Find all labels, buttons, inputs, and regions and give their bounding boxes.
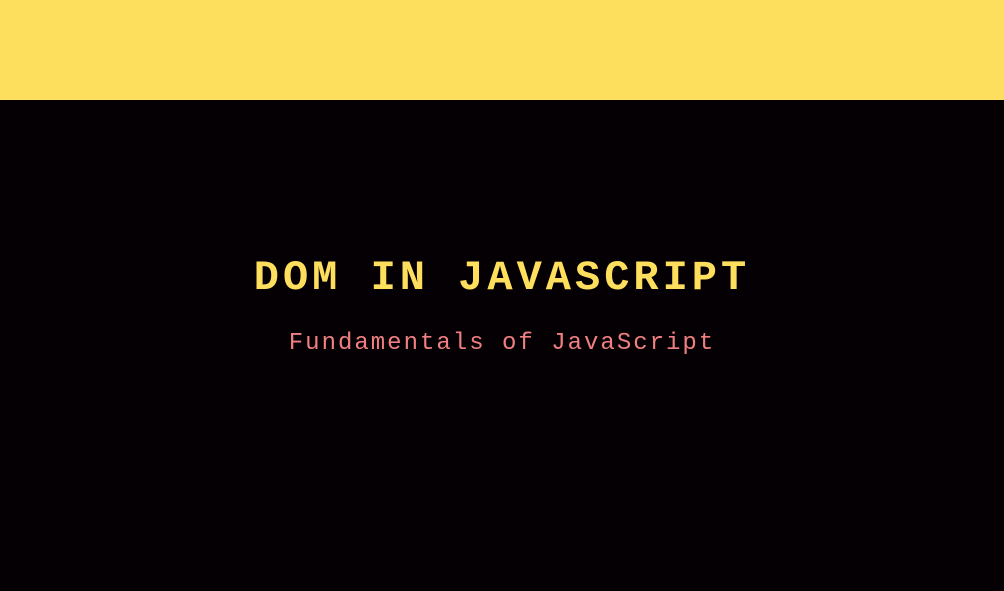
- slide-title: DOM IN JAVASCRIPT: [254, 254, 750, 302]
- header-bar: [0, 0, 1004, 100]
- slide-subtitle: Fundamentals of JavaScript: [289, 330, 715, 357]
- slide-content: DOM IN JAVASCRIPT Fundamentals of JavaSc…: [0, 100, 1004, 591]
